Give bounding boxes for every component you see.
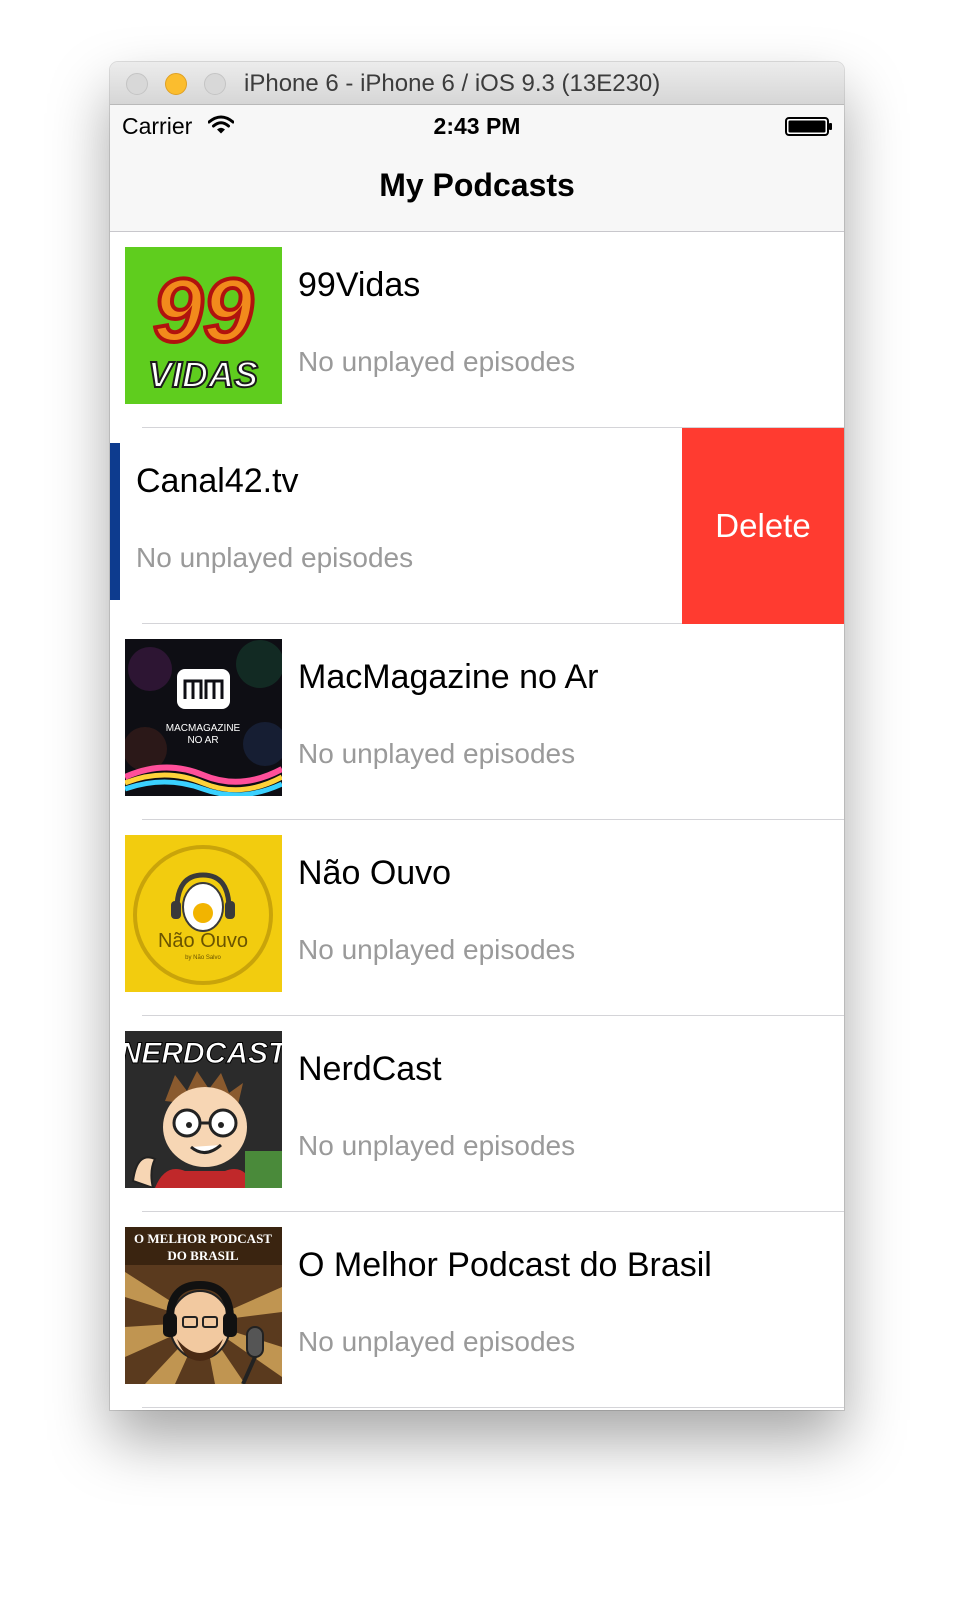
podcast-subtitle: No unplayed episodes — [298, 1326, 576, 1357]
delete-button[interactable]: Delete — [682, 428, 844, 624]
podcast-title: O Melhor Podcast do Brasil — [298, 1246, 712, 1284]
podcast-row-canal42[interactable]: Canal42.tv No unplayed episodes Delete — [110, 428, 844, 624]
podcast-title: 99Vidas — [298, 266, 421, 304]
artwork-text: DO BRASIL — [167, 1248, 238, 1263]
podcast-artwork-99vidas: 99 VIDAS — [125, 247, 282, 404]
podcast-row-macmagazine[interactable]: MACMAGAZINE NO AR MacMagazine no Ar No u… — [110, 624, 844, 820]
artwork-text: Não Ouvo — [158, 930, 248, 952]
podcast-subtitle: No unplayed episodes — [136, 542, 414, 573]
page-title: My Podcasts — [379, 167, 575, 203]
artwork-text: 99 — [153, 261, 253, 361]
row-separator — [142, 1407, 844, 1408]
podcast-artwork-macmagazine: MACMAGAZINE NO AR — [125, 639, 282, 796]
podcast-subtitle: No unplayed episodes — [298, 1130, 576, 1161]
podcast-title: Não Ouvo — [298, 854, 452, 892]
artwork-text: VIDAS — [148, 354, 258, 395]
podcast-row-o-melhor-podcast[interactable]: O MELHOR PODCAST DO BRASIL O Melhor Podc… — [110, 1212, 844, 1408]
podcast-title: NerdCast — [298, 1050, 442, 1088]
podcast-artwork-canal42-edge — [110, 443, 120, 600]
window-titlebar: iPhone 6 - iPhone 6 / iOS 9.3 (13E230) — [110, 62, 844, 105]
artwork-text: O MELHOR PODCAST — [134, 1231, 272, 1246]
podcast-artwork-o-melhor-podcast: O MELHOR PODCAST DO BRASIL — [125, 1227, 282, 1384]
zoom-window-button[interactable] — [204, 73, 226, 95]
window-title: iPhone 6 - iPhone 6 / iOS 9.3 (13E230) — [244, 70, 661, 97]
simulator-window: iPhone 6 - iPhone 6 / iOS 9.3 (13E230) C… — [110, 62, 844, 1410]
podcast-subtitle: No unplayed episodes — [298, 346, 576, 377]
podcast-subtitle: No unplayed episodes — [298, 934, 576, 965]
podcast-title: MacMagazine no Ar — [298, 658, 599, 696]
artwork-text: by Não Salvo — [185, 955, 221, 961]
minimize-window-button[interactable] — [165, 73, 187, 95]
podcast-row-99vidas[interactable]: 99 VIDAS 99Vidas No unplayed episodes — [110, 232, 844, 428]
podcast-subtitle: No unplayed episodes — [298, 738, 576, 769]
navigation-bar: My Podcasts — [110, 145, 844, 232]
battery-icon — [785, 117, 833, 142]
podcast-artwork-nerdcast: NERDCAST — [125, 1031, 282, 1188]
podcast-artwork-nao-ouvo: Não Ouvo by Não Salvo — [125, 835, 282, 992]
artwork-text: NO AR — [187, 735, 218, 746]
status-bar: Carrier 2:43 PM — [110, 105, 844, 145]
podcast-title: Canal42.tv — [136, 462, 299, 500]
podcast-row-nao-ouvo[interactable]: Não Ouvo by Não Salvo Não Ouvo No unplay… — [110, 820, 844, 1016]
status-time: 2:43 PM — [433, 113, 521, 139]
artwork-text: MACMAGAZINE — [166, 723, 241, 734]
podcast-row-nerdcast[interactable]: NERDCAST NerdCast No unplayed episodes — [110, 1016, 844, 1212]
close-window-button[interactable] — [126, 73, 148, 95]
artwork-text: NERDCAST — [125, 1037, 282, 1070]
